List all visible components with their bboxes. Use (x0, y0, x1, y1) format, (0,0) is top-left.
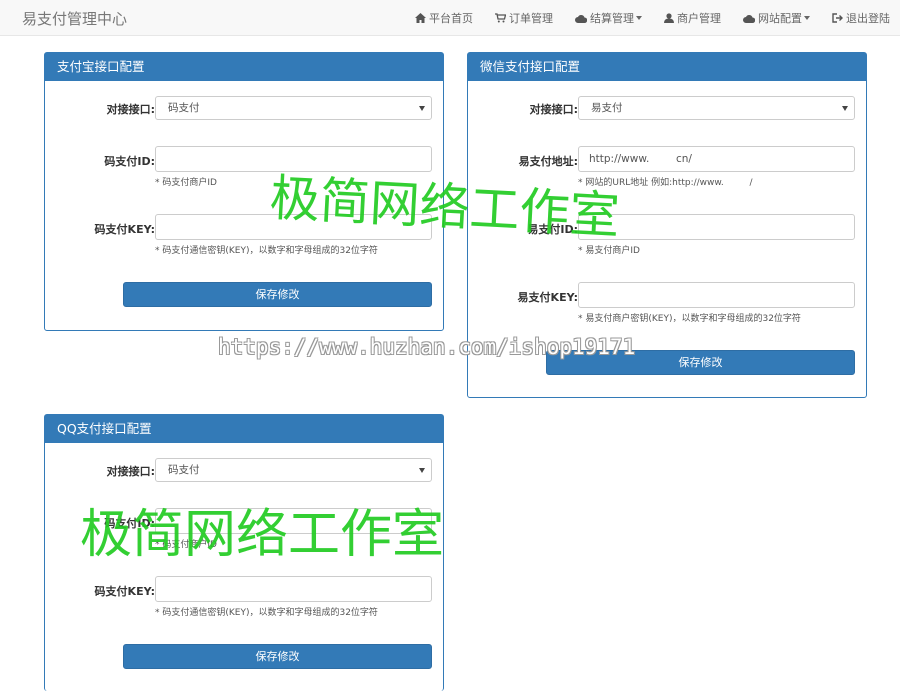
top-navbar: 易支付管理中心 平台首页 订单管理 结算管理 商户管理 网站配置 退出登陆 (0, 0, 900, 36)
key-label: 码支付KEY: (94, 585, 155, 598)
panel-title: 支付宝接口配置 (45, 53, 443, 81)
nav-site-config[interactable]: 网站配置 (743, 10, 810, 26)
key-input[interactable] (155, 214, 432, 240)
nav-site-config-label: 网站配置 (758, 12, 802, 25)
key-label: 码支付KEY: (94, 223, 155, 236)
addr-input[interactable]: http://www. cn/ (578, 146, 855, 172)
chevron-down-icon (804, 16, 810, 20)
nav-menu: 平台首页 订单管理 结算管理 商户管理 网站配置 退出登陆 (393, 0, 890, 36)
chevron-down-icon (419, 106, 425, 111)
nav-logout-label: 退出登陆 (846, 12, 890, 25)
interface-label: 对接接口: (529, 103, 578, 116)
id-input[interactable] (155, 146, 432, 172)
nav-home[interactable]: 平台首页 (415, 10, 473, 26)
wechat-config-panel: 微信支付接口配置 对接接口: 易支付 易支付地址: http://www. cn… (467, 52, 867, 398)
panel-title: 微信支付接口配置 (468, 53, 866, 81)
id-input[interactable] (578, 214, 855, 240)
chevron-down-icon (842, 106, 848, 111)
save-button[interactable]: 保存修改 (546, 350, 855, 375)
key-help: * 码支付通信密钥(KEY)，以数字和字母组成的32位字符 (155, 608, 378, 618)
home-icon (415, 13, 426, 23)
cloud-icon (575, 14, 587, 23)
nav-logout[interactable]: 退出登陆 (832, 10, 890, 26)
addr-label: 易支付地址: (518, 155, 578, 168)
nav-settlement-label: 结算管理 (590, 12, 634, 25)
cart-icon (495, 13, 506, 23)
id-help: * 码支付商户ID (155, 540, 217, 550)
key-label: 易支付KEY: (517, 291, 578, 304)
key-help: * 码支付通信密钥(KEY)，以数字和字母组成的32位字符 (155, 246, 378, 256)
cloud-icon (743, 14, 755, 23)
interface-select-value: 码支付 (168, 464, 200, 476)
interface-label: 对接接口: (106, 103, 155, 116)
interface-select[interactable]: 码支付 (155, 96, 432, 120)
save-button[interactable]: 保存修改 (123, 282, 432, 307)
interface-select[interactable]: 易支付 (578, 96, 855, 120)
chevron-down-icon (419, 468, 425, 473)
nav-orders[interactable]: 订单管理 (495, 10, 553, 26)
nav-settlement[interactable]: 结算管理 (575, 10, 642, 26)
interface-label: 对接接口: (106, 465, 155, 478)
qq-config-panel: QQ支付接口配置 对接接口: 码支付 码支付ID: * 码支付商户ID 码支付K… (44, 414, 444, 691)
interface-select-value: 码支付 (168, 102, 200, 114)
nav-merchants-label: 商户管理 (677, 12, 721, 25)
addr-input-value: http://www. cn/ (589, 153, 692, 165)
id-help: * 码支付商户ID (155, 178, 217, 188)
nav-home-label: 平台首页 (429, 12, 473, 25)
id-input[interactable] (155, 508, 432, 534)
key-help: * 易支付商户密钥(KEY)，以数字和字母组成的32位字符 (578, 314, 801, 324)
user-icon (664, 13, 674, 23)
id-label: 易支付ID: (527, 223, 578, 236)
nav-merchants[interactable]: 商户管理 (664, 10, 721, 26)
key-input[interactable] (155, 576, 432, 602)
save-button[interactable]: 保存修改 (123, 644, 432, 669)
interface-select-value: 易支付 (591, 102, 623, 114)
logout-icon (832, 13, 843, 23)
id-label: 码支付ID: (104, 517, 155, 530)
nav-orders-label: 订单管理 (509, 12, 553, 25)
addr-help: * 网站的URL地址 例如:http://www. / (578, 178, 753, 188)
id-help: * 易支付商户ID (578, 246, 640, 256)
alipay-config-panel: 支付宝接口配置 对接接口: 码支付 码支付ID: * 码支付商户ID 码支付KE… (44, 52, 444, 331)
id-label: 码支付ID: (104, 155, 155, 168)
key-input[interactable] (578, 282, 855, 308)
panel-title: QQ支付接口配置 (45, 415, 443, 443)
interface-select[interactable]: 码支付 (155, 458, 432, 482)
chevron-down-icon (636, 16, 642, 20)
brand-title[interactable]: 易支付管理中心 (22, 8, 127, 29)
